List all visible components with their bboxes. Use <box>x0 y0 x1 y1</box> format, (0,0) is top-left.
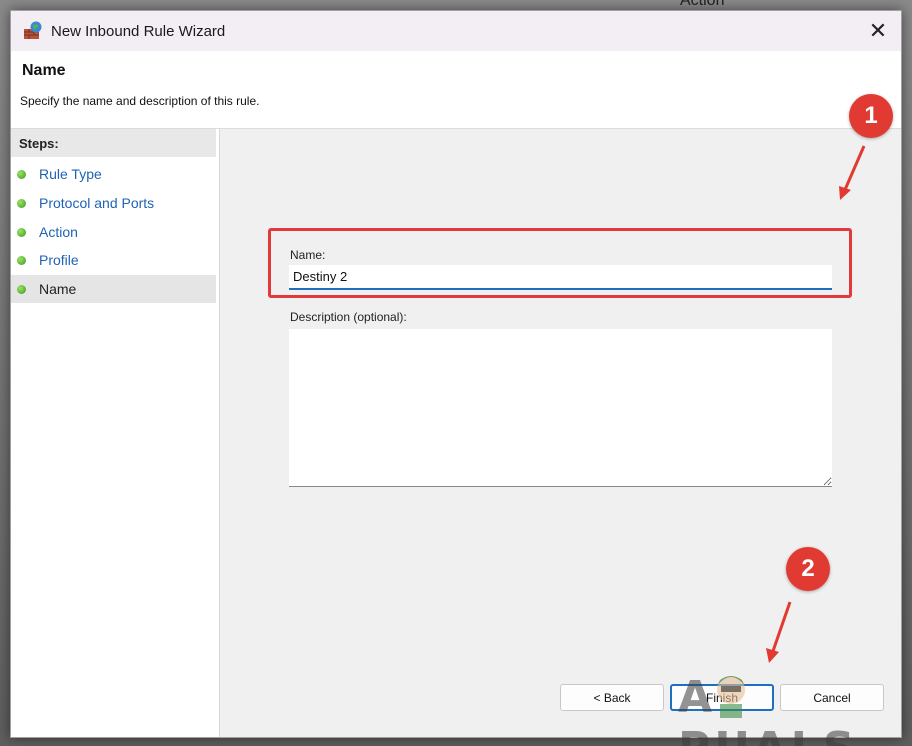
title-bar: New Inbound Rule Wizard ✕ <box>11 11 901 51</box>
step-label: Profile <box>39 252 79 268</box>
annotation-badge-1: 1 <box>849 94 893 138</box>
back-button[interactable]: < Back <box>560 684 664 711</box>
page-title: Name <box>22 62 66 79</box>
description-label: Description (optional): <box>290 310 407 324</box>
close-button[interactable]: ✕ <box>855 11 901 51</box>
window-title: New Inbound Rule Wizard <box>51 22 226 40</box>
wizard-header: Name Specify the name and description of… <box>11 51 901 129</box>
steps-heading: Steps: <box>11 129 216 157</box>
firewall-icon <box>23 21 43 41</box>
annotation-badge-2: 2 <box>786 547 830 591</box>
step-complete-icon <box>17 169 26 179</box>
step-complete-icon <box>17 284 26 294</box>
step-action[interactable]: Action <box>11 218 216 246</box>
steps-panel: Steps: Rule Type Protocol and Ports Acti… <box>11 129 220 737</box>
step-name[interactable]: Name <box>11 275 216 303</box>
background-text: Action <box>680 0 725 9</box>
step-complete-icon <box>17 227 26 237</box>
step-protocol-and-ports[interactable]: Protocol and Ports <box>11 189 216 217</box>
step-label: Name <box>39 281 77 297</box>
step-profile[interactable]: Profile <box>11 246 216 274</box>
watermark-text: A PUALS <box>678 672 854 746</box>
content-panel: Name: Description (optional): < Back Fin… <box>220 129 901 737</box>
annotation-arrow-1 <box>839 145 866 200</box>
step-complete-icon <box>17 198 26 208</box>
annotation-arrow-2 <box>766 601 792 663</box>
step-label: Rule Type <box>39 166 102 182</box>
close-icon: ✕ <box>868 18 888 43</box>
step-complete-icon <box>17 255 26 265</box>
step-label: Protocol and Ports <box>39 195 155 211</box>
step-label: Action <box>39 224 78 240</box>
description-input[interactable] <box>289 329 832 487</box>
name-input[interactable] <box>289 265 832 290</box>
page-description: Specify the name and description of this… <box>20 94 260 108</box>
step-rule-type[interactable]: Rule Type <box>11 160 216 188</box>
name-label: Name: <box>290 248 326 262</box>
